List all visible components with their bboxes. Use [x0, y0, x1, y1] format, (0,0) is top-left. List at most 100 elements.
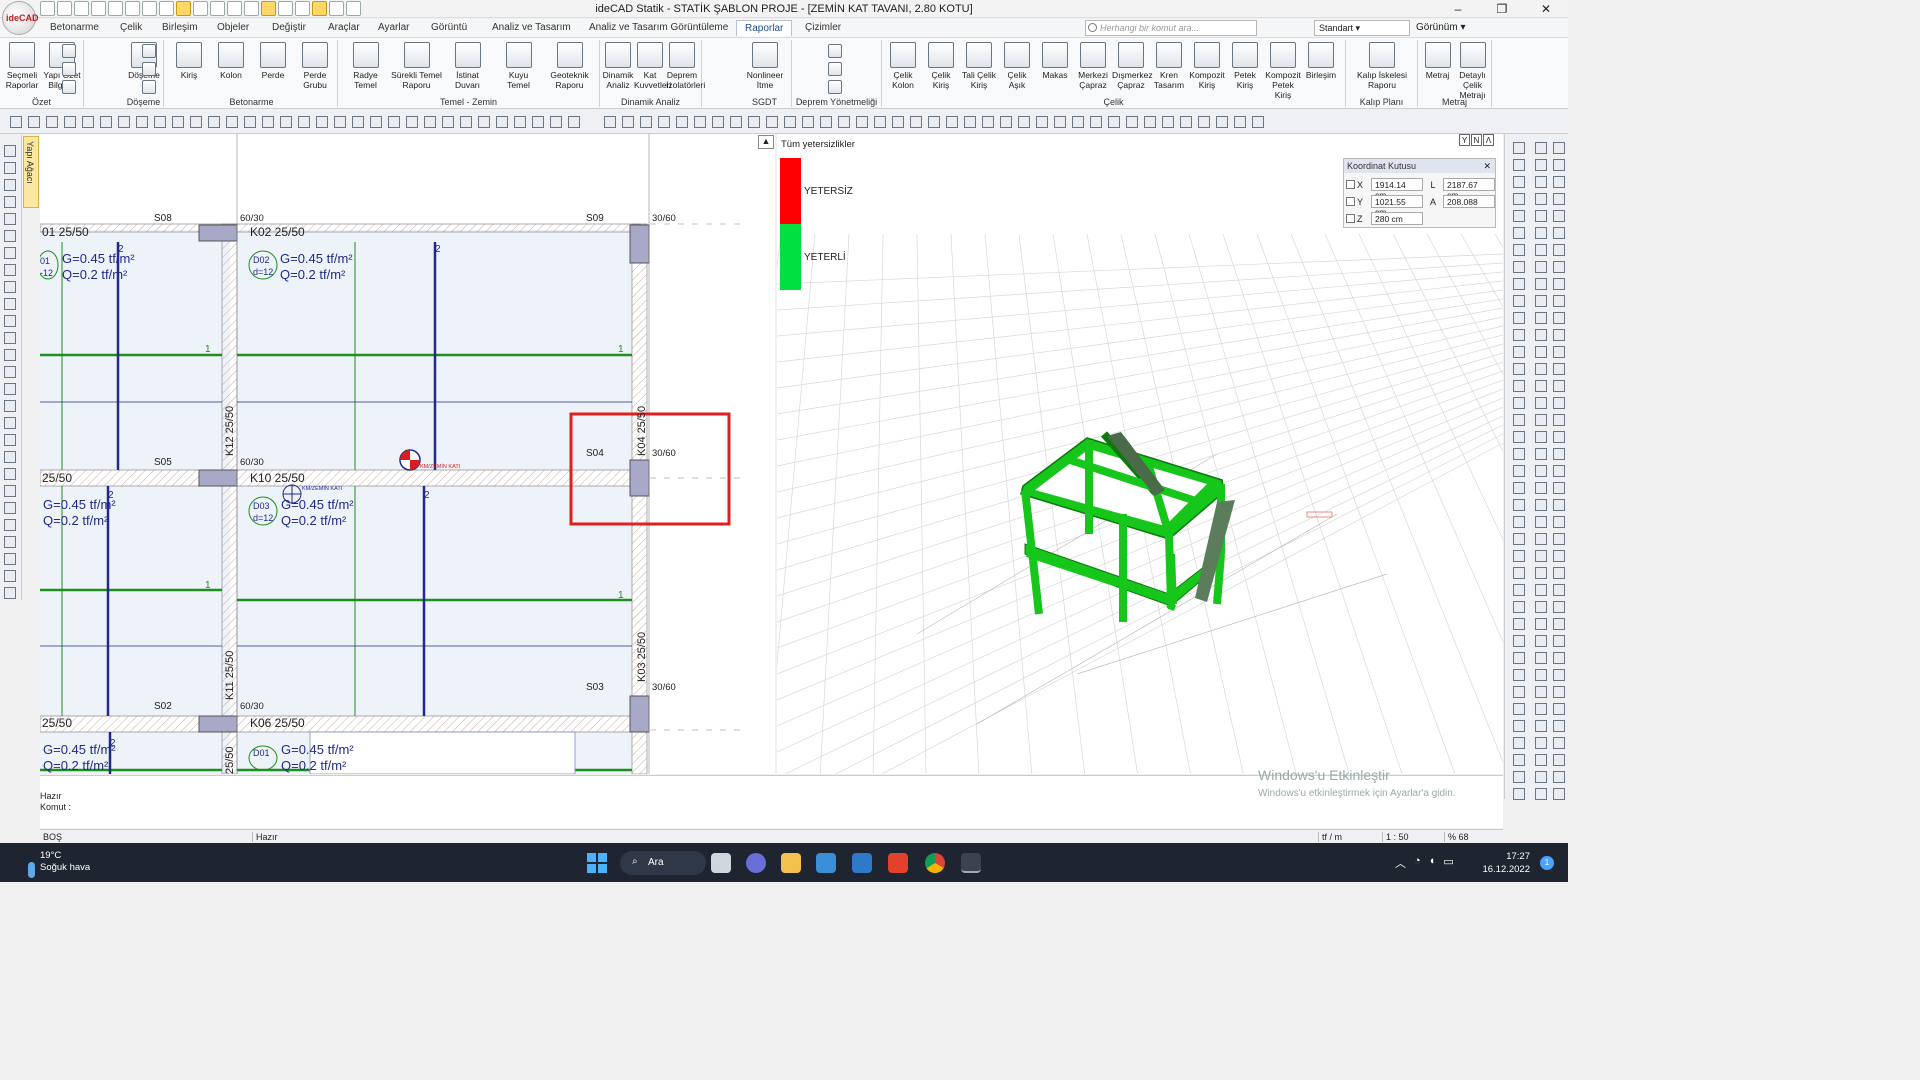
tool-icon[interactable] — [1535, 550, 1547, 562]
tool-icon[interactable] — [4, 536, 16, 548]
tool-icon[interactable] — [568, 116, 580, 128]
ribbon-button-7-0[interactable]: Çelik Kolon — [884, 42, 922, 90]
ribbon-button-7-8[interactable]: Kompozit Kiriş — [1188, 42, 1226, 90]
tool-icon[interactable] — [1535, 737, 1547, 749]
tool-icon[interactable] — [1513, 720, 1525, 732]
tool-icon[interactable] — [1513, 533, 1525, 545]
tool-icon[interactable] — [532, 116, 544, 128]
tool-icon[interactable] — [1513, 482, 1525, 494]
tool-icon[interactable] — [1553, 482, 1565, 494]
tool-icon[interactable] — [4, 298, 16, 310]
tool-icon[interactable] — [1553, 363, 1565, 375]
tab-0[interactable]: Betonarme — [50, 22, 99, 33]
app-logo[interactable]: ideCAD — [2, 1, 39, 35]
ribbon-button-7-3[interactable]: Çelik Aşık — [998, 42, 1036, 90]
tool-icon[interactable] — [190, 116, 202, 128]
tool-icon[interactable] — [4, 213, 16, 225]
tool-icon[interactable] — [550, 116, 562, 128]
tool-icon[interactable] — [1108, 116, 1120, 128]
tool-icon[interactable] — [1553, 703, 1565, 715]
checkbox-z[interactable] — [1346, 214, 1355, 223]
tab-11[interactable]: Çizimler — [805, 22, 841, 33]
tool-icon[interactable] — [1553, 567, 1565, 579]
tool-icon[interactable] — [640, 116, 652, 128]
tool-icon[interactable] — [1553, 278, 1565, 290]
tool-icon[interactable] — [1535, 431, 1547, 443]
tab-3[interactable]: Objeler — [217, 22, 249, 33]
tool-icon[interactable] — [1553, 754, 1565, 766]
ribbon-button-7-1[interactable]: Çelik Kiriş — [922, 42, 960, 90]
tool-icon[interactable] — [1553, 618, 1565, 630]
tool-icon[interactable] — [1535, 193, 1547, 205]
tool-icon[interactable] — [244, 116, 256, 128]
tool-icon[interactable] — [1180, 116, 1192, 128]
tool-icon[interactable] — [298, 116, 310, 128]
store-icon[interactable] — [816, 853, 836, 873]
tool-icon[interactable] — [1553, 669, 1565, 681]
start-button[interactable] — [587, 853, 607, 873]
tool-icon[interactable] — [766, 116, 778, 128]
tool-icon[interactable] — [1535, 227, 1547, 239]
column-shape[interactable] — [629, 224, 650, 264]
tool-icon[interactable] — [1036, 116, 1048, 128]
tool-icon[interactable] — [1553, 584, 1565, 596]
tool-icon[interactable] — [4, 162, 16, 174]
tool-icon[interactable] — [874, 116, 886, 128]
tool-icon[interactable] — [1535, 465, 1547, 477]
minimize-button[interactable]: – — [1436, 0, 1480, 18]
tool-icon[interactable] — [802, 116, 814, 128]
tool-icon[interactable] — [460, 116, 472, 128]
restore-button[interactable]: ❐ — [1480, 0, 1524, 18]
tool-icon[interactable] — [856, 116, 868, 128]
volume-icon[interactable]: ◖ — [1429, 855, 1436, 871]
ribbon-button-7-2[interactable]: Tali Çelik Kiriş — [960, 42, 998, 90]
tool-icon[interactable] — [478, 116, 490, 128]
tool-icon[interactable] — [1513, 686, 1525, 698]
tool-icon[interactable] — [1535, 159, 1547, 171]
tool-icon[interactable] — [4, 179, 16, 191]
tool-icon[interactable] — [1553, 550, 1565, 562]
tool-icon[interactable] — [1535, 295, 1547, 307]
tool-icon[interactable] — [946, 116, 958, 128]
tool-icon[interactable] — [1513, 244, 1525, 256]
tool-icon[interactable] — [982, 116, 994, 128]
tool-icon[interactable] — [1553, 533, 1565, 545]
tool-icon[interactable] — [892, 116, 904, 128]
tool-icon[interactable] — [1198, 116, 1210, 128]
tool-icon[interactable] — [370, 116, 382, 128]
tab-2[interactable]: Birleşim — [162, 22, 198, 33]
tool-icon[interactable] — [1513, 635, 1525, 647]
tool-icon[interactable] — [4, 434, 16, 446]
coordinate-box[interactable]: Koordinat Kutusu ✕ X 1914.14 cm L 2187.6… — [1343, 158, 1496, 228]
tool-icon[interactable] — [1535, 176, 1547, 188]
chevron-up-icon[interactable]: ︿ — [1395, 855, 1406, 871]
tool-icon[interactable] — [4, 281, 16, 293]
small-report-icon[interactable] — [62, 80, 76, 94]
tool-icon[interactable] — [1535, 278, 1547, 290]
tool-icon[interactable] — [208, 116, 220, 128]
status-zoom[interactable]: % 68 — [1444, 832, 1469, 842]
ribbon-button-4-1[interactable]: Kat Kuvvetleri — [634, 42, 671, 90]
tool-icon[interactable] — [1234, 116, 1246, 128]
tool-icon[interactable] — [1513, 431, 1525, 443]
ribbon-button-5-0[interactable]: Nonlineer İtme — [740, 42, 790, 90]
ribbon-button-8-0[interactable]: Kalıp İskelesi Raporu — [1348, 42, 1416, 90]
tool-icon[interactable] — [226, 116, 238, 128]
view-menu[interactable]: Görünüm ▾ — [1416, 22, 1466, 33]
checkbox-x[interactable] — [1346, 180, 1355, 189]
ribbon-button-3-1[interactable]: Sürekli Temel Raporu — [391, 42, 442, 90]
tab-5[interactable]: Araçlar — [328, 22, 360, 33]
ribbon-button-0-0[interactable]: Seçmeli Raporlar — [2, 42, 42, 90]
tool-icon[interactable] — [604, 116, 616, 128]
tool-icon[interactable] — [1513, 516, 1525, 528]
tool-icon[interactable] — [1535, 482, 1547, 494]
tool-icon[interactable] — [1553, 227, 1565, 239]
tool-icon[interactable] — [4, 264, 16, 276]
ribbon-button-4-0[interactable]: Dinamik Analiz — [602, 42, 634, 90]
tool-icon[interactable] — [1513, 737, 1525, 749]
tool-icon[interactable] — [1535, 584, 1547, 596]
tool-icon[interactable] — [1144, 116, 1156, 128]
tool-icon[interactable] — [730, 116, 742, 128]
tool-icon[interactable] — [1513, 669, 1525, 681]
tool-icon[interactable] — [964, 116, 976, 128]
